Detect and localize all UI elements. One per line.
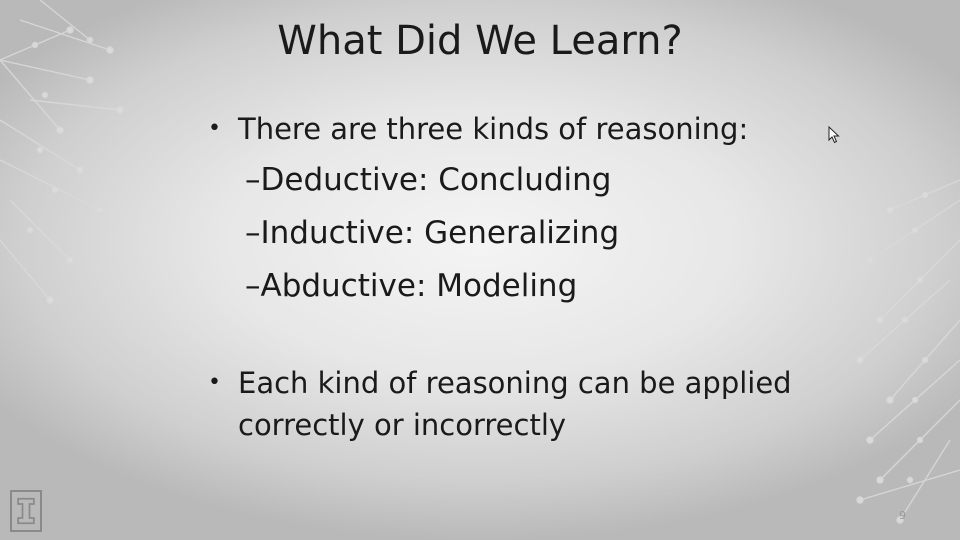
page-number: 9 [899, 509, 906, 522]
bullet-marker: • [208, 116, 221, 141]
sub-bullet-item: –Deductive: Concluding [245, 160, 611, 200]
bullet-text: Each kind of reasoning can be applied co… [238, 362, 792, 446]
dash-marker: – [245, 268, 261, 304]
sub-bullet-text: Abductive: Modeling [260, 268, 578, 304]
mouse-pointer-icon [828, 126, 840, 144]
dash-marker: – [245, 162, 261, 198]
dash-marker: – [245, 215, 261, 251]
sub-bullet-item: –Inductive: Generalizing [245, 213, 619, 253]
sub-bullet-text: Inductive: Generalizing [260, 215, 620, 251]
sub-bullet-item: –Abductive: Modeling [245, 266, 577, 306]
slide-title: What Did We Learn? [277, 18, 683, 64]
slide: What Did We Learn? • There are three kin… [0, 0, 960, 540]
bullet-text-line: correctly or incorrectly [238, 408, 567, 442]
sub-bullet-text: Deductive: Concluding [260, 162, 612, 198]
bullet-text-line: Each kind of reasoning can be applied [238, 366, 792, 400]
bullet-text: There are three kinds of reasoning: [238, 112, 749, 146]
university-block-i-logo [10, 490, 42, 532]
bullet-marker: • [208, 370, 221, 395]
